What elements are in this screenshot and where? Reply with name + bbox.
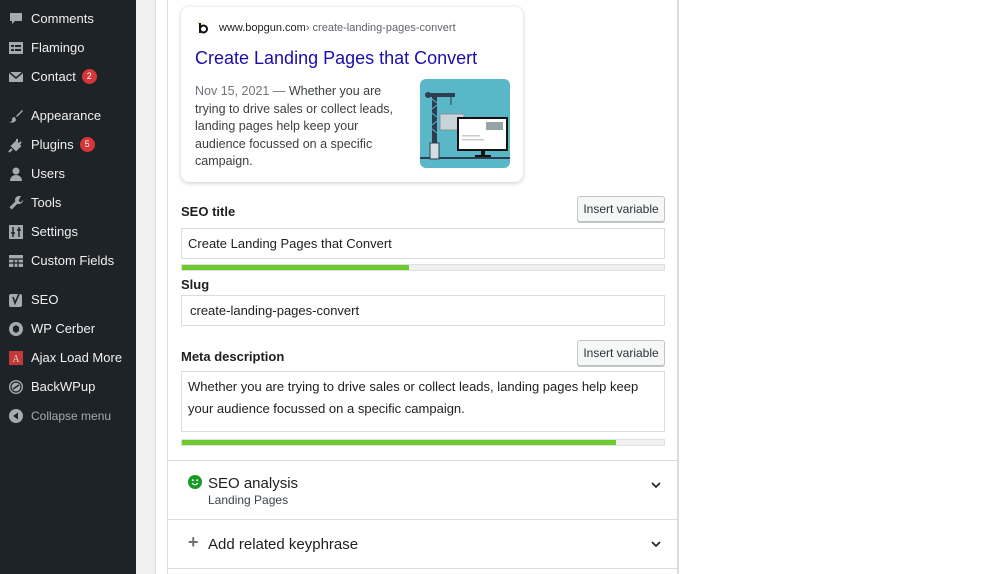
sidebar-item-label: Users — [31, 166, 65, 181]
section-divider — [168, 568, 679, 569]
sidebar-item-plugins[interactable]: Plugins 5 — [0, 130, 136, 159]
slug-label: Slug — [181, 277, 210, 292]
site-favicon-icon — [195, 20, 211, 36]
comment-icon — [8, 11, 24, 27]
sidebar-item-label: BackWPup — [31, 379, 96, 394]
collapse-menu-label: Collapse menu — [31, 408, 112, 423]
snippet-thumbnail-image — [420, 79, 510, 168]
add-related-keyphrase-title: Add related keyphrase — [208, 536, 359, 553]
sidebar-item-label: Appearance — [31, 108, 102, 123]
mail-icon — [8, 69, 24, 85]
seo-analysis-keyphrase: Landing Pages — [208, 493, 289, 507]
sidebar-item-label: Flamingo — [31, 40, 85, 55]
meta-description-progress-fill — [182, 440, 616, 445]
sidebar-item-label: Comments — [31, 11, 94, 26]
sidebar-item-label: SEO — [31, 292, 59, 307]
slug-input[interactable]: create-landing-pages-convert — [181, 295, 665, 326]
sidebar-item-label: Contact — [31, 69, 76, 84]
collapse-icon — [8, 408, 24, 424]
sidebar-item-label: WP Cerber — [31, 321, 96, 336]
plugin-icon — [8, 137, 24, 153]
plus-icon: + — [188, 532, 199, 552]
chevron-down-icon — [651, 482, 661, 489]
metabox-outer — [156, 0, 167, 574]
cerber-icon — [8, 321, 24, 337]
add-related-keyphrase-toggle[interactable]: + Add related keyphrase — [168, 520, 679, 568]
sidebar-item-settings[interactable]: Settings — [0, 217, 136, 246]
yoast-icon — [8, 292, 24, 308]
seo-analysis-toggle[interactable]: SEO analysis Landing Pages — [168, 461, 679, 519]
sidebar-item-users[interactable]: Users — [0, 159, 136, 188]
sidebar-item-wp-cerber[interactable]: WP Cerber — [0, 314, 136, 343]
notification-badge: 5 — [79, 137, 95, 152]
smiley-good-icon — [188, 475, 202, 489]
snippet-breadcrumb: › create-landing-pages-convert — [305, 22, 456, 34]
snippet-domain: www.bopgun.com — [219, 22, 306, 34]
sidebar-item-label: Tools — [31, 195, 62, 210]
wrench-icon — [8, 195, 24, 211]
notification-badge: 2 — [81, 69, 97, 84]
backwpup-icon — [8, 379, 24, 395]
seo-title-progress-fill — [182, 265, 409, 270]
snippet-title[interactable]: Create Landing Pages that Convert — [195, 48, 477, 69]
ajax-load-more-icon: A — [8, 350, 24, 366]
meta-description-length-progress — [181, 439, 665, 446]
seo-analysis-title: SEO analysis — [208, 475, 299, 492]
sidebar-item-backwpup[interactable]: BackWPup — [0, 372, 136, 401]
sidebar-item-appearance[interactable]: Appearance — [0, 101, 136, 130]
flamingo-icon — [8, 40, 24, 56]
collapse-menu-button[interactable]: Collapse menu — [0, 401, 136, 430]
seo-title-input[interactable]: Create Landing Pages that Convert — [181, 228, 665, 259]
settings-icon — [8, 224, 24, 240]
google-preview-snippet: www.bopgun.com › create-landing-pages-co… — [181, 7, 523, 182]
sidebar-item-label: Settings — [31, 224, 78, 239]
sidebar-item-ajax-load-more[interactable]: A Ajax Load More — [0, 343, 136, 372]
svg-text:A: A — [12, 354, 20, 365]
seo-title-label: SEO title — [181, 204, 236, 219]
paintbrush-icon — [8, 108, 24, 124]
sidebar-item-comments[interactable]: Comments — [0, 4, 136, 33]
snippet-description-block: Nov 15, 2021 — Whether you are trying to… — [195, 83, 410, 171]
sidebar-item-label: Custom Fields — [31, 253, 115, 268]
snippet-url: www.bopgun.com › create-landing-pages-co… — [195, 20, 456, 36]
snippet-date: Nov 15, 2021 — [195, 84, 270, 98]
table-icon — [8, 253, 24, 269]
seo-title-insert-variable-button[interactable]: Insert variable — [577, 196, 665, 222]
sidebar-item-custom-fields[interactable]: Custom Fields — [0, 246, 136, 275]
chevron-down-icon — [651, 541, 661, 548]
sidebar-item-label: Plugins — [31, 137, 74, 152]
meta-description-textarea[interactable]: Whether you are trying to drive sales or… — [181, 371, 665, 432]
user-icon — [8, 166, 24, 182]
sidebar-item-flamingo[interactable]: Flamingo — [0, 33, 136, 62]
sidebar-item-tools[interactable]: Tools — [0, 188, 136, 217]
seo-title-length-progress — [181, 264, 665, 271]
sidebar-item-label: Ajax Load More — [31, 350, 123, 365]
meta-description-label: Meta description — [181, 349, 285, 364]
sidebar-item-seo[interactable]: SEO — [0, 285, 136, 314]
content-gutter — [136, 0, 156, 574]
snippet-separator: — — [269, 84, 289, 98]
meta-description-insert-variable-button[interactable]: Insert variable — [577, 340, 665, 366]
admin-sidebar: Comments Flamingo Contact 2 Appearance P… — [0, 0, 136, 574]
sidebar-item-contact[interactable]: Contact 2 — [0, 62, 136, 91]
